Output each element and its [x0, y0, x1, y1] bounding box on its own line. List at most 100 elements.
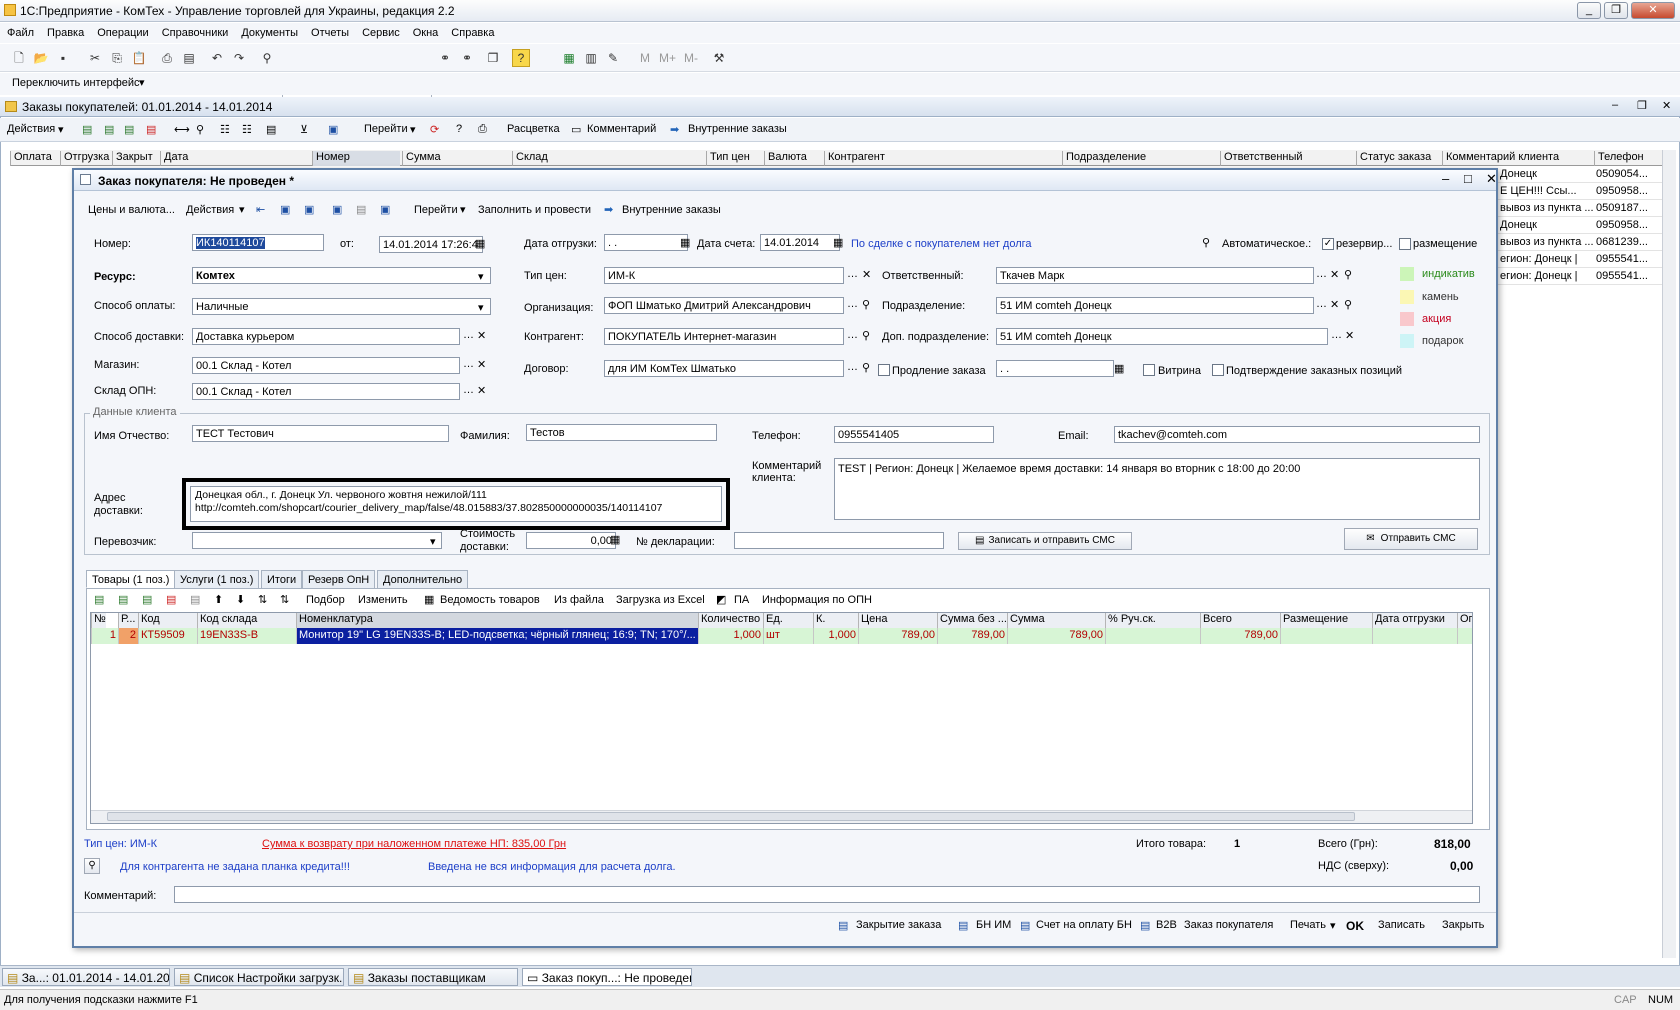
help-icon[interactable]: ? [456, 123, 462, 135]
col-status[interactable]: Статус заказа [1356, 151, 1431, 166]
store-field[interactable]: 00.1 Склад - Котел [192, 357, 460, 374]
preview-icon[interactable]: ▤ [180, 49, 198, 67]
menu-edit[interactable]: Правка [40, 23, 90, 39]
add-icon[interactable]: ▤ [82, 123, 92, 136]
col-sum[interactable]: Сумма [402, 151, 441, 166]
menu-operations[interactable]: Операции [90, 23, 154, 39]
confirm-positions-checkbox[interactable] [1212, 364, 1224, 376]
list-scrollbar[interactable] [1662, 150, 1676, 958]
comment-field[interactable] [174, 886, 1480, 903]
close-button[interactable]: Закрыть [1442, 919, 1484, 931]
select-icon[interactable]: … [1316, 268, 1327, 280]
calculator-icon[interactable]: ▦ [610, 533, 620, 546]
redo-icon[interactable]: ↷ [230, 49, 248, 67]
search-icon[interactable]: ⚲ [1344, 298, 1352, 311]
col-closed[interactable]: Закрыт [112, 151, 153, 166]
search-icon[interactable]: ⚲ [862, 298, 870, 311]
table-hscrollbar[interactable] [91, 810, 1472, 823]
table-row[interactable]: вывоз из пункта ... 0509187... [1498, 200, 1662, 217]
task-supplier-orders[interactable]: ▤ Заказы поставщикам [348, 968, 518, 986]
change-button[interactable]: Изменить [358, 594, 408, 606]
resource-select[interactable]: Комтех [192, 267, 491, 284]
sort-asc-icon[interactable]: ⇅ [258, 593, 267, 606]
close-app-button[interactable]: ✕ [1631, 2, 1675, 19]
col-responsible[interactable]: Ответственный [1220, 151, 1303, 166]
contractor-field[interactable]: ПОКУПАТЕЛЬ Интернет-магазин [604, 328, 844, 345]
calendar-icon[interactable]: ▦ [1114, 362, 1124, 375]
col-department[interactable]: Подразделение [1062, 151, 1146, 166]
table-row[interactable]: вывоз из пункта ... 0681239... [1498, 234, 1662, 251]
list-restore-icon[interactable]: ❐ [1637, 99, 1647, 112]
client-comment-field[interactable]: TEST | Регион: Донецк | Желаемое время д… [834, 458, 1480, 520]
scroll-thumb[interactable] [107, 812, 1355, 821]
from-file-button[interactable]: Из файла [554, 594, 604, 606]
coloring-button[interactable]: Расцветка [507, 123, 560, 135]
move-down-icon[interactable]: ⬇ [236, 593, 245, 606]
date-field[interactable]: 14.01.2014 17:26:4 [379, 236, 483, 253]
email-field[interactable]: tkachev@comteh.com [1114, 426, 1480, 443]
contract-field[interactable]: для ИМ КомТех Шматько [604, 360, 844, 377]
send-sms-button[interactable]: ✉ Отправить СМС [1344, 528, 1478, 550]
menu-windows[interactable]: Окна [406, 23, 445, 39]
help-icon[interactable]: ? [512, 49, 530, 67]
tab-goods[interactable]: Товары (1 поз.) [86, 570, 176, 588]
col-sum-no[interactable]: Сумма без ... [937, 613, 1007, 628]
print-button[interactable]: Печать [1290, 919, 1326, 931]
clear-icon[interactable]: ✕ [862, 268, 871, 281]
department-field[interactable]: 51 ИМ comteh Донецк [996, 297, 1314, 314]
search-icon[interactable]: ⚲ [1344, 268, 1352, 281]
minimize-button[interactable]: _ [1577, 2, 1601, 19]
extend-date-field[interactable]: . . [996, 360, 1114, 377]
vitrina-checkbox[interactable] [1143, 364, 1155, 376]
delivery-field[interactable]: Доставка курьером [192, 328, 460, 345]
surname-field[interactable]: Тестов [526, 424, 717, 441]
invoice-date-field[interactable]: 14.01.2014 [760, 234, 840, 251]
select-icon[interactable]: … [463, 358, 474, 370]
undo-icon[interactable]: ↶ [208, 49, 226, 67]
col-total[interactable]: Всего [1200, 613, 1280, 628]
hierarchy-icon[interactable]: ☷ [242, 123, 252, 136]
col-og[interactable]: Ог [1457, 613, 1472, 628]
menu-documents[interactable]: Документы [234, 23, 304, 39]
internal-orders-button[interactable]: Внутренние заказы [622, 204, 721, 216]
clear-icon[interactable]: ✕ [477, 358, 486, 371]
select-icon[interactable]: … [847, 329, 858, 341]
table-row[interactable]: Донецк 0509054... [1498, 166, 1662, 183]
menu-reports[interactable]: Отчеты [304, 23, 355, 39]
col-unit[interactable]: Ед. [763, 613, 813, 628]
dialog-minimize-icon[interactable]: – [1442, 171, 1449, 186]
print-icon[interactable]: ⎙ [158, 49, 176, 67]
declaration-field[interactable] [734, 532, 944, 549]
col-r[interactable]: Р... [118, 613, 138, 628]
list-actions-button[interactable]: Действия [7, 123, 55, 135]
price-type-field[interactable]: ИМ-К [604, 267, 844, 284]
select-icon[interactable]: … [1331, 329, 1342, 341]
find-next-icon[interactable]: ⚭ [436, 49, 454, 67]
refund-link[interactable]: Сумма к возврату при наложенном платеже … [262, 838, 566, 850]
tools-icon[interactable]: ⚒ [710, 49, 728, 67]
sort-desc-icon[interactable]: ⇅ [280, 593, 289, 606]
menu-references[interactable]: Справочники [155, 23, 235, 39]
calendar-icon[interactable]: ▥ [582, 49, 600, 67]
col-warehouse[interactable]: Склад [512, 151, 548, 166]
dialog-maximize-icon[interactable]: □ [1464, 171, 1472, 186]
select-icon[interactable]: … [847, 361, 858, 373]
task-load-settings[interactable]: ▤ Список Настройки загрузк... [174, 968, 344, 986]
responsible-field[interactable]: Ткачев Марк [996, 267, 1314, 284]
select-icon[interactable]: … [463, 384, 474, 396]
windows-icon[interactable]: ❐ [484, 49, 502, 67]
goods-statement-button[interactable]: Ведомость товаров [440, 594, 540, 606]
opn-field[interactable]: 00.1 Склад - Котел [192, 383, 460, 400]
col-sum[interactable]: Сумма [1007, 613, 1105, 628]
col-currency[interactable]: Валюта [764, 151, 807, 166]
pa-button[interactable]: ПА [734, 594, 749, 606]
calendar-icon[interactable]: ▦ [680, 236, 690, 249]
carrier-select[interactable] [192, 532, 442, 549]
calculator-icon[interactable]: ▦ [560, 49, 578, 67]
reserve-checkbox[interactable]: ✓ [1322, 238, 1334, 250]
order-print-button[interactable]: Заказ покупателя [1184, 919, 1273, 931]
table-row[interactable]: Донецк 0950958... [1498, 217, 1662, 234]
refresh-icon[interactable]: ⟳ [430, 123, 439, 136]
delete-icon[interactable]: ▤ [146, 123, 156, 136]
search-icon[interactable]: ⚲ [84, 858, 100, 874]
